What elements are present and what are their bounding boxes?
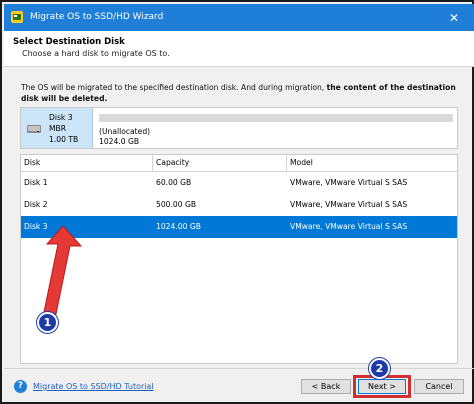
cell-model: VMware, VMware Virtual S SAS [290, 200, 408, 209]
partition-bar[interactable] [99, 114, 453, 122]
window-title: Migrate OS to SSD/HD Wizard [30, 12, 164, 22]
column-header-disk[interactable]: Disk [21, 155, 153, 171]
app-icon [11, 11, 23, 23]
disk-name: Disk 3 [49, 113, 73, 122]
help-icon[interactable]: ? [14, 380, 27, 393]
table-row[interactable]: Disk 2 500.00 GB VMware, VMware Virtual … [21, 194, 457, 216]
column-header-capacity[interactable]: Capacity [153, 155, 287, 171]
partition-label: (Unallocated) [99, 127, 151, 136]
table-row-selected[interactable]: Disk 3 1024.00 GB VMware, VMware Virtual… [21, 216, 457, 238]
step-badge-2: 2 [369, 358, 390, 379]
page-title: Select Destination Disk [13, 37, 125, 47]
disk-summary[interactable]: Disk 3 MBR 1.00 TB [21, 108, 93, 148]
disk-map[interactable]: Disk 3 MBR 1.00 TB (Unallocated) 1024.0 … [20, 107, 458, 149]
close-button[interactable]: ✕ [434, 4, 474, 31]
cell-capacity: 60.00 GB [156, 178, 192, 187]
cell-disk: Disk 2 [24, 200, 48, 209]
disk-size: 1.00 TB [49, 135, 79, 144]
cancel-button[interactable]: Cancel [414, 379, 464, 394]
cell-capacity: 500.00 GB [156, 200, 197, 209]
page-subtitle: Choose a hard disk to migrate OS to. [22, 49, 170, 58]
wizard-header: Select Destination Disk Choose a hard di… [4, 31, 474, 67]
column-header-model[interactable]: Model [287, 155, 457, 171]
footer-divider [4, 368, 474, 369]
step-badge-1: 1 [37, 312, 58, 333]
cell-model: VMware, VMware Virtual S SAS [290, 222, 408, 231]
red-arrow-annotation [43, 225, 83, 315]
notice-text: The OS will be migrated to the specified… [21, 83, 327, 92]
warning-notice: The OS will be migrated to the specified… [21, 82, 466, 104]
close-icon: ✕ [448, 10, 460, 25]
table-row[interactable]: Disk 1 60.00 GB VMware, VMware Virtual S… [21, 172, 457, 194]
table-header: Disk Capacity Model [21, 155, 457, 172]
wizard-window: Migrate OS to SSD/HD Wizard ✕ Select Des… [0, 0, 474, 404]
tutorial-link[interactable]: Migrate OS to SSD/HD Tutorial [33, 382, 154, 391]
title-bar: Migrate OS to SSD/HD Wizard ✕ [4, 4, 474, 31]
back-button[interactable]: < Back [301, 379, 351, 394]
hard-disk-icon [27, 125, 41, 133]
cell-capacity: 1024.00 GB [156, 222, 201, 231]
cell-model: VMware, VMware Virtual S SAS [290, 178, 408, 187]
cell-disk: Disk 1 [24, 178, 48, 187]
disk-type: MBR [49, 124, 67, 133]
partition-size: 1024.0 GB [99, 137, 140, 146]
